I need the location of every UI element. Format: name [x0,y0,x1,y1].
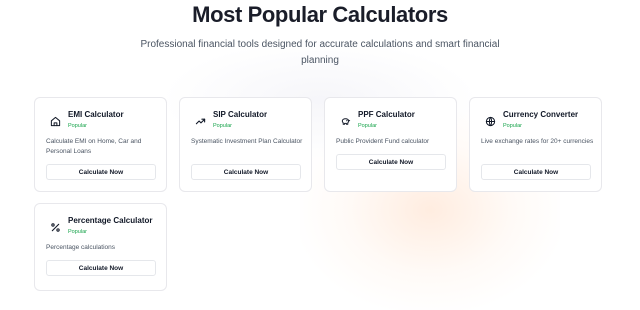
trending-up-icon [194,115,206,127]
page-title: Most Popular Calculators [0,2,640,28]
calculator-card-sip[interactable]: SIP Calculator Popular Systematic Invest… [179,97,312,192]
calculate-now-button[interactable]: Calculate Now [46,164,156,180]
popular-badge: Popular [213,123,232,129]
card-description: Calculate EMI on Home, Car and Personal … [46,137,161,156]
piggy-bank-icon [339,115,351,127]
card-title: SIP Calculator [213,110,267,119]
card-title: Percentage Calculator [68,216,152,225]
popular-badge: Popular [503,123,522,129]
globe-icon [484,115,496,127]
popular-badge: Popular [358,123,377,129]
percent-icon [49,221,61,233]
calculator-card-currency[interactable]: Currency Converter Popular Live exchange… [469,97,602,192]
card-description: Percentage calculations [46,243,161,253]
card-title: EMI Calculator [68,110,124,119]
card-title: Currency Converter [503,110,578,119]
popular-badge: Popular [68,229,87,235]
calculator-card-emi[interactable]: EMI Calculator Popular Calculate EMI on … [34,97,167,192]
calculator-card-ppf[interactable]: PPF Calculator Popular Public Provident … [324,97,457,192]
calculate-now-button[interactable]: Calculate Now [191,164,301,180]
card-title: PPF Calculator [358,110,415,119]
page-subtitle: Professional financial tools designed fo… [130,37,510,69]
card-description: Systematic Investment Plan Calculator [191,137,306,147]
calculator-card-percentage[interactable]: Percentage Calculator Popular Percentage… [34,203,167,291]
card-description: Public Provident Fund calculator [336,137,451,147]
calculate-now-button[interactable]: Calculate Now [481,164,591,180]
calculate-now-button[interactable]: Calculate Now [46,260,156,276]
home-icon [49,115,61,127]
popular-badge: Popular [68,123,87,129]
card-description: Live exchange rates for 20+ currencies [481,137,596,147]
calculate-now-button[interactable]: Calculate Now [336,154,446,170]
